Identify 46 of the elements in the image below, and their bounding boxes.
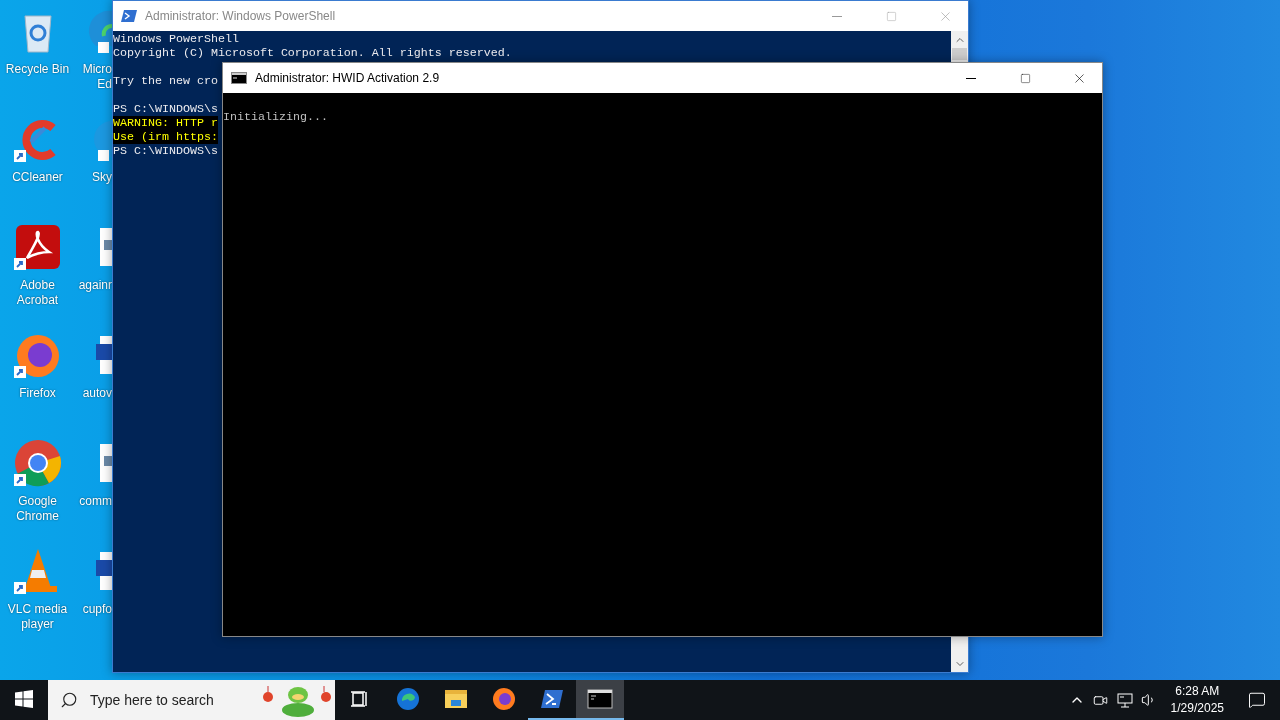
icon-label[interactable]: CCleaner bbox=[12, 170, 63, 185]
powershell-icon bbox=[540, 688, 564, 710]
icon-label[interactable]: Recycle Bin bbox=[5, 62, 70, 77]
maximize-icon bbox=[885, 10, 897, 22]
icon-label[interactable]: againr bbox=[78, 278, 112, 293]
icon-label[interactable]: Google bbox=[16, 494, 59, 509]
windows-logo-icon bbox=[15, 690, 33, 708]
icon-label[interactable]: autov bbox=[82, 386, 112, 401]
icon-label[interactable]: Chrome bbox=[16, 509, 59, 524]
scroll-thumb[interactable] bbox=[952, 48, 967, 60]
window-title: Administrator: HWID Activation 2.9 bbox=[255, 71, 441, 85]
folder-icon bbox=[444, 688, 468, 710]
search-field[interactable]: Type here to search bbox=[88, 691, 252, 709]
minimize-icon bbox=[832, 15, 842, 17]
icon-label[interactable]: comm bbox=[79, 494, 112, 509]
window-title: Administrator: Windows PowerShell bbox=[145, 9, 337, 23]
console-line: PS C:\WINDOWS\s bbox=[113, 102, 218, 116]
icon-label[interactable]: Sky bbox=[92, 170, 112, 185]
icon-label[interactable]: Ed bbox=[82, 77, 112, 92]
icon-label[interactable]: Firefox bbox=[19, 386, 56, 401]
icon-label[interactable]: player bbox=[7, 617, 68, 632]
icon-label[interactable]: cupfo bbox=[82, 602, 112, 617]
firefox-icon bbox=[492, 687, 516, 711]
terminal-icon bbox=[231, 72, 247, 84]
console-line: Initializing... bbox=[223, 110, 328, 124]
acrobat-icon[interactable] bbox=[12, 222, 63, 272]
search-bar[interactable]: Type here to search bbox=[48, 680, 335, 720]
console-line: Try the new cro bbox=[113, 74, 218, 88]
chrome-icon[interactable] bbox=[12, 438, 63, 488]
console-line: Windows PowerShell bbox=[113, 32, 239, 46]
icon-label[interactable]: VLC media bbox=[7, 602, 68, 617]
console-line: PS C:\WINDOWS\s bbox=[113, 144, 218, 158]
icon-label[interactable]: Acrobat bbox=[16, 293, 59, 308]
minimize-icon bbox=[966, 77, 976, 79]
network-icon[interactable] bbox=[1116, 692, 1133, 708]
notification-icon bbox=[1248, 691, 1266, 709]
maximize-icon bbox=[1019, 72, 1031, 84]
terminal-icon bbox=[587, 689, 613, 709]
search-icon bbox=[60, 691, 78, 709]
icon-label[interactable]: Micro bbox=[82, 62, 112, 77]
icon-label[interactable]: Adobe bbox=[16, 278, 59, 293]
powershell-icon bbox=[121, 9, 137, 23]
console-line: Copyright (C) Microsoft Corporation. All rights reserved. bbox=[113, 46, 512, 60]
clock[interactable]: 6:28 AM 1/29/2025 bbox=[1160, 683, 1234, 717]
task-view-icon bbox=[350, 689, 370, 709]
cmd-taskbar-button[interactable] bbox=[576, 680, 624, 720]
